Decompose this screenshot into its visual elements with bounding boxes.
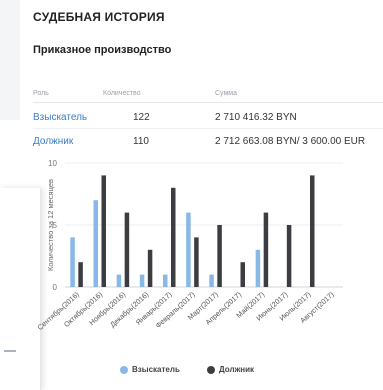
bar-debtor: [310, 175, 315, 287]
bar-creditor: [186, 212, 191, 287]
bar-debtor: [286, 225, 292, 287]
sum-value: 2 712 663.08 BYN/ 3 600.00 EUR: [215, 136, 366, 147]
legend-swatch-debtor: [207, 366, 215, 374]
quantity-value: 122: [133, 112, 150, 123]
legend-label-creditor: Взыскатель: [132, 365, 180, 374]
section-title: СУДЕБНАЯ ИСТОРИЯ: [33, 10, 165, 24]
header-role: Роль: [33, 90, 49, 97]
bar-creditor: [255, 249, 261, 287]
header-sum: Сумма: [215, 90, 237, 97]
bar-creditor: [70, 237, 75, 287]
bar-debtor: [124, 212, 130, 287]
bar-creditor: [116, 274, 122, 287]
sum-value: 2 710 416.32 BYN: [215, 112, 297, 123]
y-axis-label: Количество за 12 месяцев: [46, 179, 55, 271]
role-link-debtor[interactable]: Должник: [33, 136, 73, 147]
legend-swatch-creditor: [120, 366, 128, 374]
bar-creditor: [163, 274, 168, 287]
header-divider: [33, 102, 383, 103]
background-panel: [0, 0, 20, 120]
header-quantity: Количество: [103, 90, 141, 97]
chart-legend: Взыскатель Должник: [0, 363, 383, 381]
bar-debtor: [240, 262, 245, 287]
quantity-value: 110: [133, 136, 149, 147]
bar-creditor: [139, 274, 145, 287]
bar-debtor: [147, 249, 153, 287]
role-link-creditor[interactable]: Взыскатель: [33, 112, 87, 123]
y-tick-label: 10: [48, 159, 57, 168]
bar-debtor: [171, 187, 176, 287]
bar-debtor: [194, 237, 199, 287]
bar-debtor: [101, 175, 106, 287]
bar-debtor: [78, 262, 83, 287]
bar-chart: 0510Количество за 12 месяцевСентябрь(201…: [36, 159, 343, 332]
bar-debtor: [217, 225, 222, 287]
bar-creditor: [93, 200, 98, 287]
legend-label-debtor: Должник: [219, 365, 254, 374]
bar-creditor: [209, 274, 214, 287]
subsection-title: Приказное производство: [33, 44, 172, 56]
y-tick-label: 0: [53, 283, 58, 292]
row-divider: [33, 128, 383, 129]
bar-debtor: [263, 212, 269, 287]
